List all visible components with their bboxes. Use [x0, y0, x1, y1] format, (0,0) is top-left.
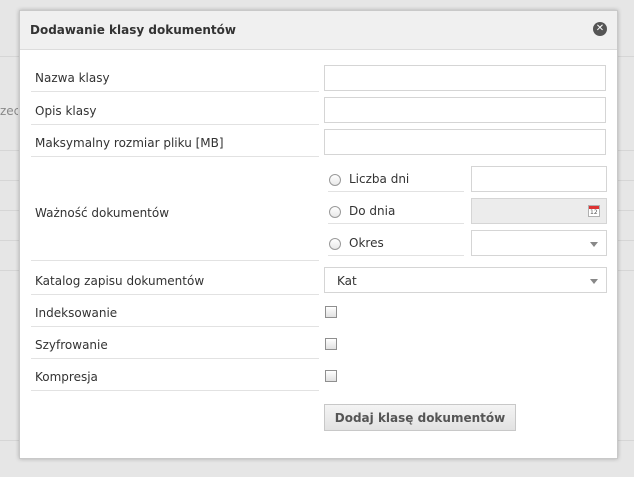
close-icon[interactable]: ✕ [593, 22, 607, 36]
chevron-down-icon [590, 242, 598, 247]
calendar-icon[interactable] [588, 205, 600, 217]
compression-checkbox[interactable] [325, 370, 337, 382]
dialog-title: Dodawanie klasy dokumentów [30, 23, 236, 37]
radio-button[interactable] [329, 206, 341, 218]
days-count-input[interactable] [471, 166, 607, 192]
class-description-input[interactable] [324, 97, 606, 123]
radio-button[interactable] [329, 174, 341, 186]
radio-button[interactable] [329, 238, 341, 250]
storage-catalog-label: Katalog zapisu dokumentów [31, 267, 319, 295]
document-validity-label: Ważność dokumentów [31, 165, 319, 261]
validity-option-days[interactable]: Liczba dni [328, 166, 464, 192]
max-file-size-input[interactable] [324, 129, 606, 155]
period-select[interactable] [471, 230, 607, 256]
radio-label-period: Okres [349, 236, 384, 250]
background-text: zech [0, 104, 18, 118]
chevron-down-icon [590, 279, 598, 284]
validity-option-period[interactable]: Okres [328, 230, 464, 256]
indexing-checkbox[interactable] [325, 306, 337, 318]
until-date-input[interactable] [471, 198, 607, 224]
class-name-label: Nazwa klasy [31, 64, 319, 92]
encryption-checkbox[interactable] [325, 338, 337, 350]
radio-label-days: Liczba dni [349, 172, 410, 186]
add-document-class-button[interactable]: Dodaj klasę dokumentów [324, 404, 516, 431]
storage-catalog-value: Kat [337, 274, 357, 288]
indexing-label: Indeksowanie [31, 299, 319, 327]
validity-option-until-date[interactable]: Do dnia [328, 198, 464, 224]
encryption-label: Szyfrowanie [31, 331, 319, 359]
class-name-input[interactable] [324, 65, 606, 91]
storage-catalog-select[interactable]: Kat [324, 267, 607, 293]
radio-label-until-date: Do dnia [349, 204, 396, 218]
add-document-class-dialog: Dodawanie klasy dokumentów ✕ Nazwa klasy… [19, 10, 618, 459]
compression-label: Kompresja [31, 363, 319, 391]
max-file-size-label: Maksymalny rozmiar pliku [MB] [31, 129, 319, 157]
dialog-header: Dodawanie klasy dokumentów ✕ [20, 11, 617, 50]
class-description-label: Opis klasy [31, 97, 319, 125]
